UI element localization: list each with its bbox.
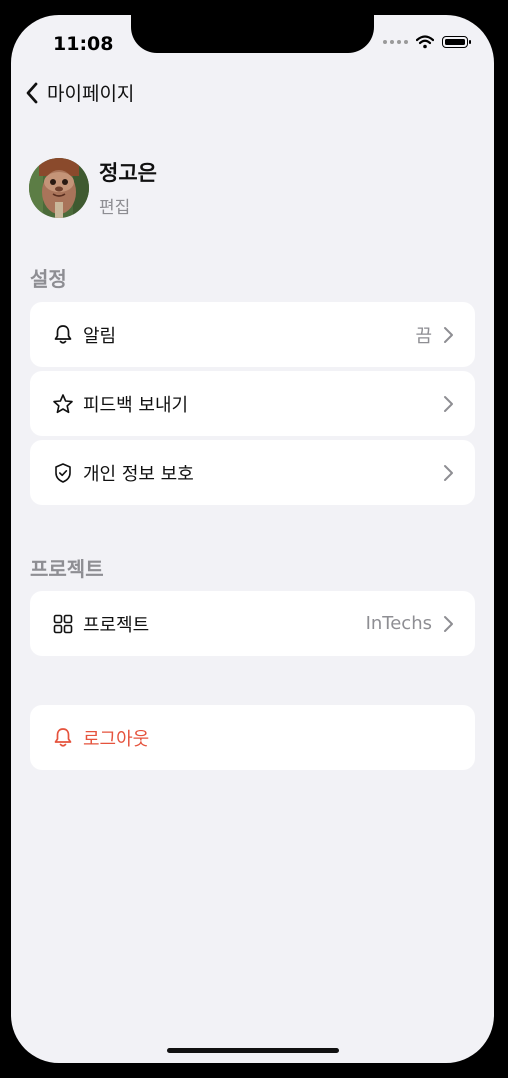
row-label: 알림 [83, 325, 117, 347]
home-indicator[interactable] [167, 1048, 339, 1053]
status-icons [383, 35, 471, 49]
notch [131, 15, 374, 53]
status-time: 11:08 [53, 33, 114, 55]
profile-edit-link[interactable]: 편집 [99, 193, 157, 218]
back-button[interactable]: 마이페이지 [25, 79, 134, 106]
device-frame: 11:08 마이페이지 정고은 편집 설정 알림 끔 피드백 보내기 개인 정보… [0, 0, 508, 1078]
profile-name: 정고은 [99, 161, 157, 185]
star-icon [52, 393, 74, 415]
avatar[interactable] [29, 157, 89, 218]
grid-icon [52, 613, 74, 635]
row-label: 프로젝트 [83, 614, 150, 636]
section-header-project: 프로젝트 [30, 557, 104, 581]
bell-icon [52, 324, 74, 346]
settings-row-feedback[interactable]: 피드백 보내기 [30, 371, 475, 436]
chevron-right-icon [444, 464, 453, 481]
logout-button[interactable]: 로그아웃 [30, 705, 475, 770]
battery-icon [442, 36, 471, 48]
profile-text: 정고은 편집 [99, 157, 157, 218]
section-header-settings: 설정 [30, 267, 67, 291]
profile-header: 정고은 편집 [29, 157, 157, 218]
row-value: InTechs [365, 613, 432, 634]
project-row[interactable]: 프로젝트 InTechs [30, 591, 475, 656]
row-label: 피드백 보내기 [83, 394, 189, 416]
chevron-right-icon [444, 326, 453, 343]
nav-title: 마이페이지 [47, 83, 135, 105]
screen: 11:08 마이페이지 정고은 편집 설정 알림 끔 피드백 보내기 개인 정보… [11, 15, 494, 1063]
chevron-right-icon [444, 615, 453, 632]
row-value: 끔 [415, 325, 432, 347]
chevron-left-icon [26, 82, 38, 103]
shield-check-icon [52, 462, 74, 484]
row-label: 개인 정보 보호 [83, 463, 194, 485]
signal-dots-icon [383, 40, 408, 44]
bell-icon [52, 727, 74, 749]
settings-row-privacy[interactable]: 개인 정보 보호 [30, 440, 475, 505]
wifi-icon [416, 35, 434, 49]
logout-label: 로그아웃 [83, 728, 150, 750]
chevron-right-icon [444, 395, 453, 412]
settings-row-notifications[interactable]: 알림 끔 [30, 302, 475, 367]
